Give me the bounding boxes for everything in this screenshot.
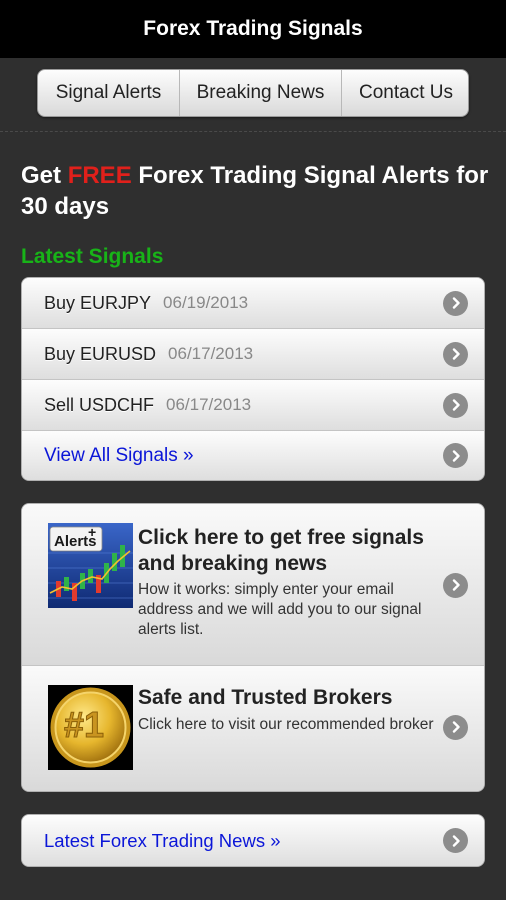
chevron-right-icon [443, 572, 468, 598]
latest-signals-heading: Latest Signals [21, 245, 164, 268]
signal-date: 06/17/2013 [168, 344, 254, 363]
nav-breaking-news-label: Breaking News [196, 82, 325, 103]
chevron-right-icon [443, 341, 468, 367]
headline-free: FREE [67, 162, 132, 189]
promo-headline: Get FREE Forex Trading Signal Alerts for… [21, 160, 491, 222]
nav-breaking-news-button[interactable]: Breaking News [180, 70, 342, 116]
latest-news-link[interactable]: Latest Forex Trading News » [22, 830, 281, 852]
signal-label: Sell USDCHF [44, 394, 155, 415]
view-all-signals-link[interactable]: View All Signals » [22, 445, 194, 467]
signals-list: Buy EURJPY 06/19/2013 Buy EURUSD 06/17/2… [21, 277, 485, 481]
alerts-chart-icon: Alerts + [48, 523, 133, 608]
signal-date: 06/19/2013 [163, 293, 249, 312]
app-title: Forex Trading Signals [143, 17, 363, 40]
promo-description: Click here to visit our recommended brok… [138, 716, 434, 733]
news-card: Latest Forex Trading News » [21, 814, 485, 867]
svg-text:+: + [88, 524, 96, 540]
signal-row[interactable]: Buy EURJPY 06/19/2013 [22, 278, 484, 329]
nav-contact-us-button[interactable]: Contact Us [342, 70, 468, 116]
free-signals-promo[interactable]: Alerts + Click here to get free signals … [22, 504, 484, 666]
promo-list: Alerts + Click here to get free signals … [21, 503, 485, 792]
nav-contact-us-label: Contact Us [359, 82, 453, 103]
chevron-right-icon [443, 290, 468, 316]
headline-prefix: Get [21, 162, 68, 189]
chevron-right-icon [443, 714, 468, 740]
latest-news-row[interactable]: Latest Forex Trading News » [22, 815, 484, 866]
view-all-signals-row[interactable]: View All Signals » [22, 431, 484, 480]
promo-title: Safe and Trusted Brokers [138, 686, 393, 709]
chevron-right-icon [443, 443, 468, 468]
chevron-right-icon [443, 392, 468, 418]
nav-area: Signal Alerts Breaking News Contact Us [0, 58, 506, 132]
trusted-brokers-promo[interactable]: #1 Safe and Trusted Brokers Click here t… [22, 666, 484, 791]
signal-row[interactable]: Sell USDCHF 06/17/2013 [22, 380, 484, 431]
chevron-right-icon [443, 828, 468, 853]
signal-label: Buy EURJPY [44, 292, 152, 313]
signal-row[interactable]: Buy EURUSD 06/17/2013 [22, 329, 484, 380]
nav-signal-alerts-button[interactable]: Signal Alerts [38, 70, 180, 116]
gold-medal-number-one-icon: #1 [48, 685, 133, 770]
promo-description: How it works: simply enter your email ad… [138, 581, 422, 638]
app-title-bar: Forex Trading Signals [0, 0, 506, 58]
signal-date: 06/17/2013 [166, 395, 252, 414]
medal-icon-text: #1 [64, 704, 104, 745]
nav-segmented-control: Signal Alerts Breaking News Contact Us [37, 69, 469, 117]
signal-label: Buy EURUSD [44, 343, 157, 364]
nav-signal-alerts-label: Signal Alerts [55, 82, 162, 103]
promo-title: Click here to get free signals and break… [138, 526, 424, 575]
